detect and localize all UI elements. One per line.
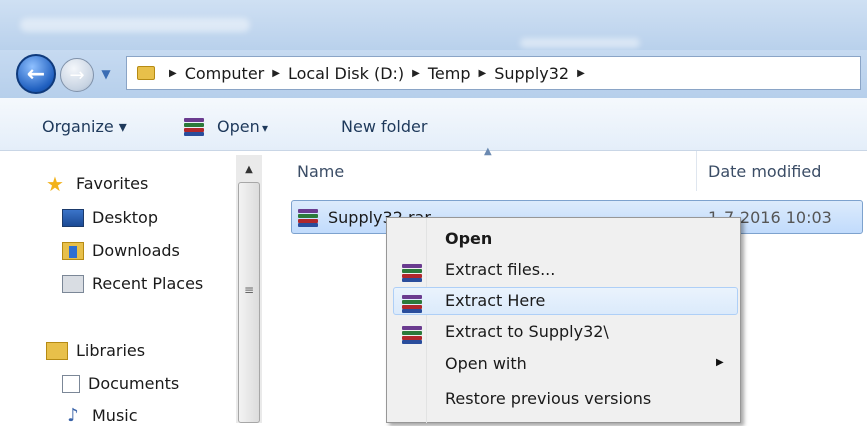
breadcrumb-temp[interactable]: Temp (428, 64, 471, 83)
nav-favorites[interactable]: ★ Favorites (46, 171, 148, 196)
winrar-icon (402, 262, 422, 282)
open-dropdown-arrow-icon[interactable]: ▾ (262, 121, 268, 135)
breadcrumb-separator-icon[interactable]: ▶ (479, 68, 487, 79)
organize-menu-button[interactable]: Organize ▾ (42, 117, 127, 136)
nav-downloads[interactable]: Downloads (62, 241, 180, 260)
music-note-icon: ♪ (67, 404, 79, 426)
back-button[interactable]: ← (16, 54, 56, 94)
menu-item-extract-files[interactable]: Extract files... (445, 260, 555, 279)
breadcrumb-local-disk[interactable]: Local Disk (D:) (288, 64, 404, 83)
winrar-icon (184, 116, 204, 136)
menu-item-restore-previous-versions[interactable]: Restore previous versions (445, 389, 651, 408)
breadcrumb-computer[interactable]: Computer (185, 64, 265, 83)
recent-pages-button[interactable]: ▼ (98, 64, 114, 84)
breadcrumb-separator-icon[interactable]: ▶ (577, 68, 585, 79)
nav-libraries[interactable]: Libraries (46, 341, 145, 360)
winrar-icon (402, 293, 422, 313)
column-header-name[interactable]: Name (297, 162, 344, 181)
new-folder-button[interactable]: New folder (341, 117, 427, 136)
scrollbar-thumb[interactable] (238, 182, 260, 423)
document-icon (62, 374, 80, 393)
menu-item-open-with[interactable]: Open with (445, 354, 527, 373)
blurred-title-text (20, 18, 250, 32)
arrow-right-icon: → (69, 64, 85, 86)
folder-icon (137, 66, 155, 80)
open-button[interactable]: Open (217, 117, 260, 136)
nav-documents[interactable]: Documents (62, 374, 179, 393)
nav-recent-places[interactable]: Recent Places (62, 274, 203, 293)
desktop-icon (62, 208, 84, 227)
column-divider[interactable] (696, 151, 697, 191)
sort-ascending-icon: ▲ (484, 146, 492, 157)
scroll-up-arrow-icon[interactable]: ▲ (238, 160, 260, 178)
scrollbar-grip-icon: ≡ (243, 283, 255, 297)
breadcrumb-supply32[interactable]: Supply32 (494, 64, 569, 83)
breadcrumb-separator-icon[interactable]: ▶ (272, 68, 280, 79)
nav-desktop[interactable]: Desktop (62, 208, 158, 227)
rar-archive-icon (298, 207, 318, 227)
nav-music[interactable]: ♪ Music (62, 404, 137, 426)
downloads-folder-icon (62, 241, 84, 260)
arrow-left-icon: ← (26, 61, 46, 87)
address-bar[interactable]: ▶ Computer ▶ Local Disk (D:) ▶ Temp ▶ Su… (126, 56, 861, 90)
menu-item-open[interactable]: Open (445, 229, 492, 248)
recent-places-icon (62, 274, 84, 293)
breadcrumb-separator-icon[interactable]: ▶ (169, 68, 177, 79)
context-menu-icon-gutter (426, 218, 427, 423)
breadcrumb-separator-icon[interactable]: ▶ (412, 68, 420, 79)
submenu-arrow-icon: ▶ (716, 357, 724, 368)
winrar-icon (402, 324, 422, 344)
column-header-date-modified[interactable]: Date modified (708, 162, 821, 181)
star-icon: ★ (46, 171, 64, 196)
menu-item-extract-here[interactable]: Extract Here (445, 291, 545, 310)
chevron-down-icon: ▼ (101, 67, 111, 81)
command-bar (0, 98, 867, 151)
libraries-icon (46, 341, 68, 360)
menu-item-extract-to[interactable]: Extract to Supply32\ (445, 322, 609, 341)
forward-button[interactable]: → (60, 58, 94, 92)
blurred-title-text-right (520, 38, 640, 48)
